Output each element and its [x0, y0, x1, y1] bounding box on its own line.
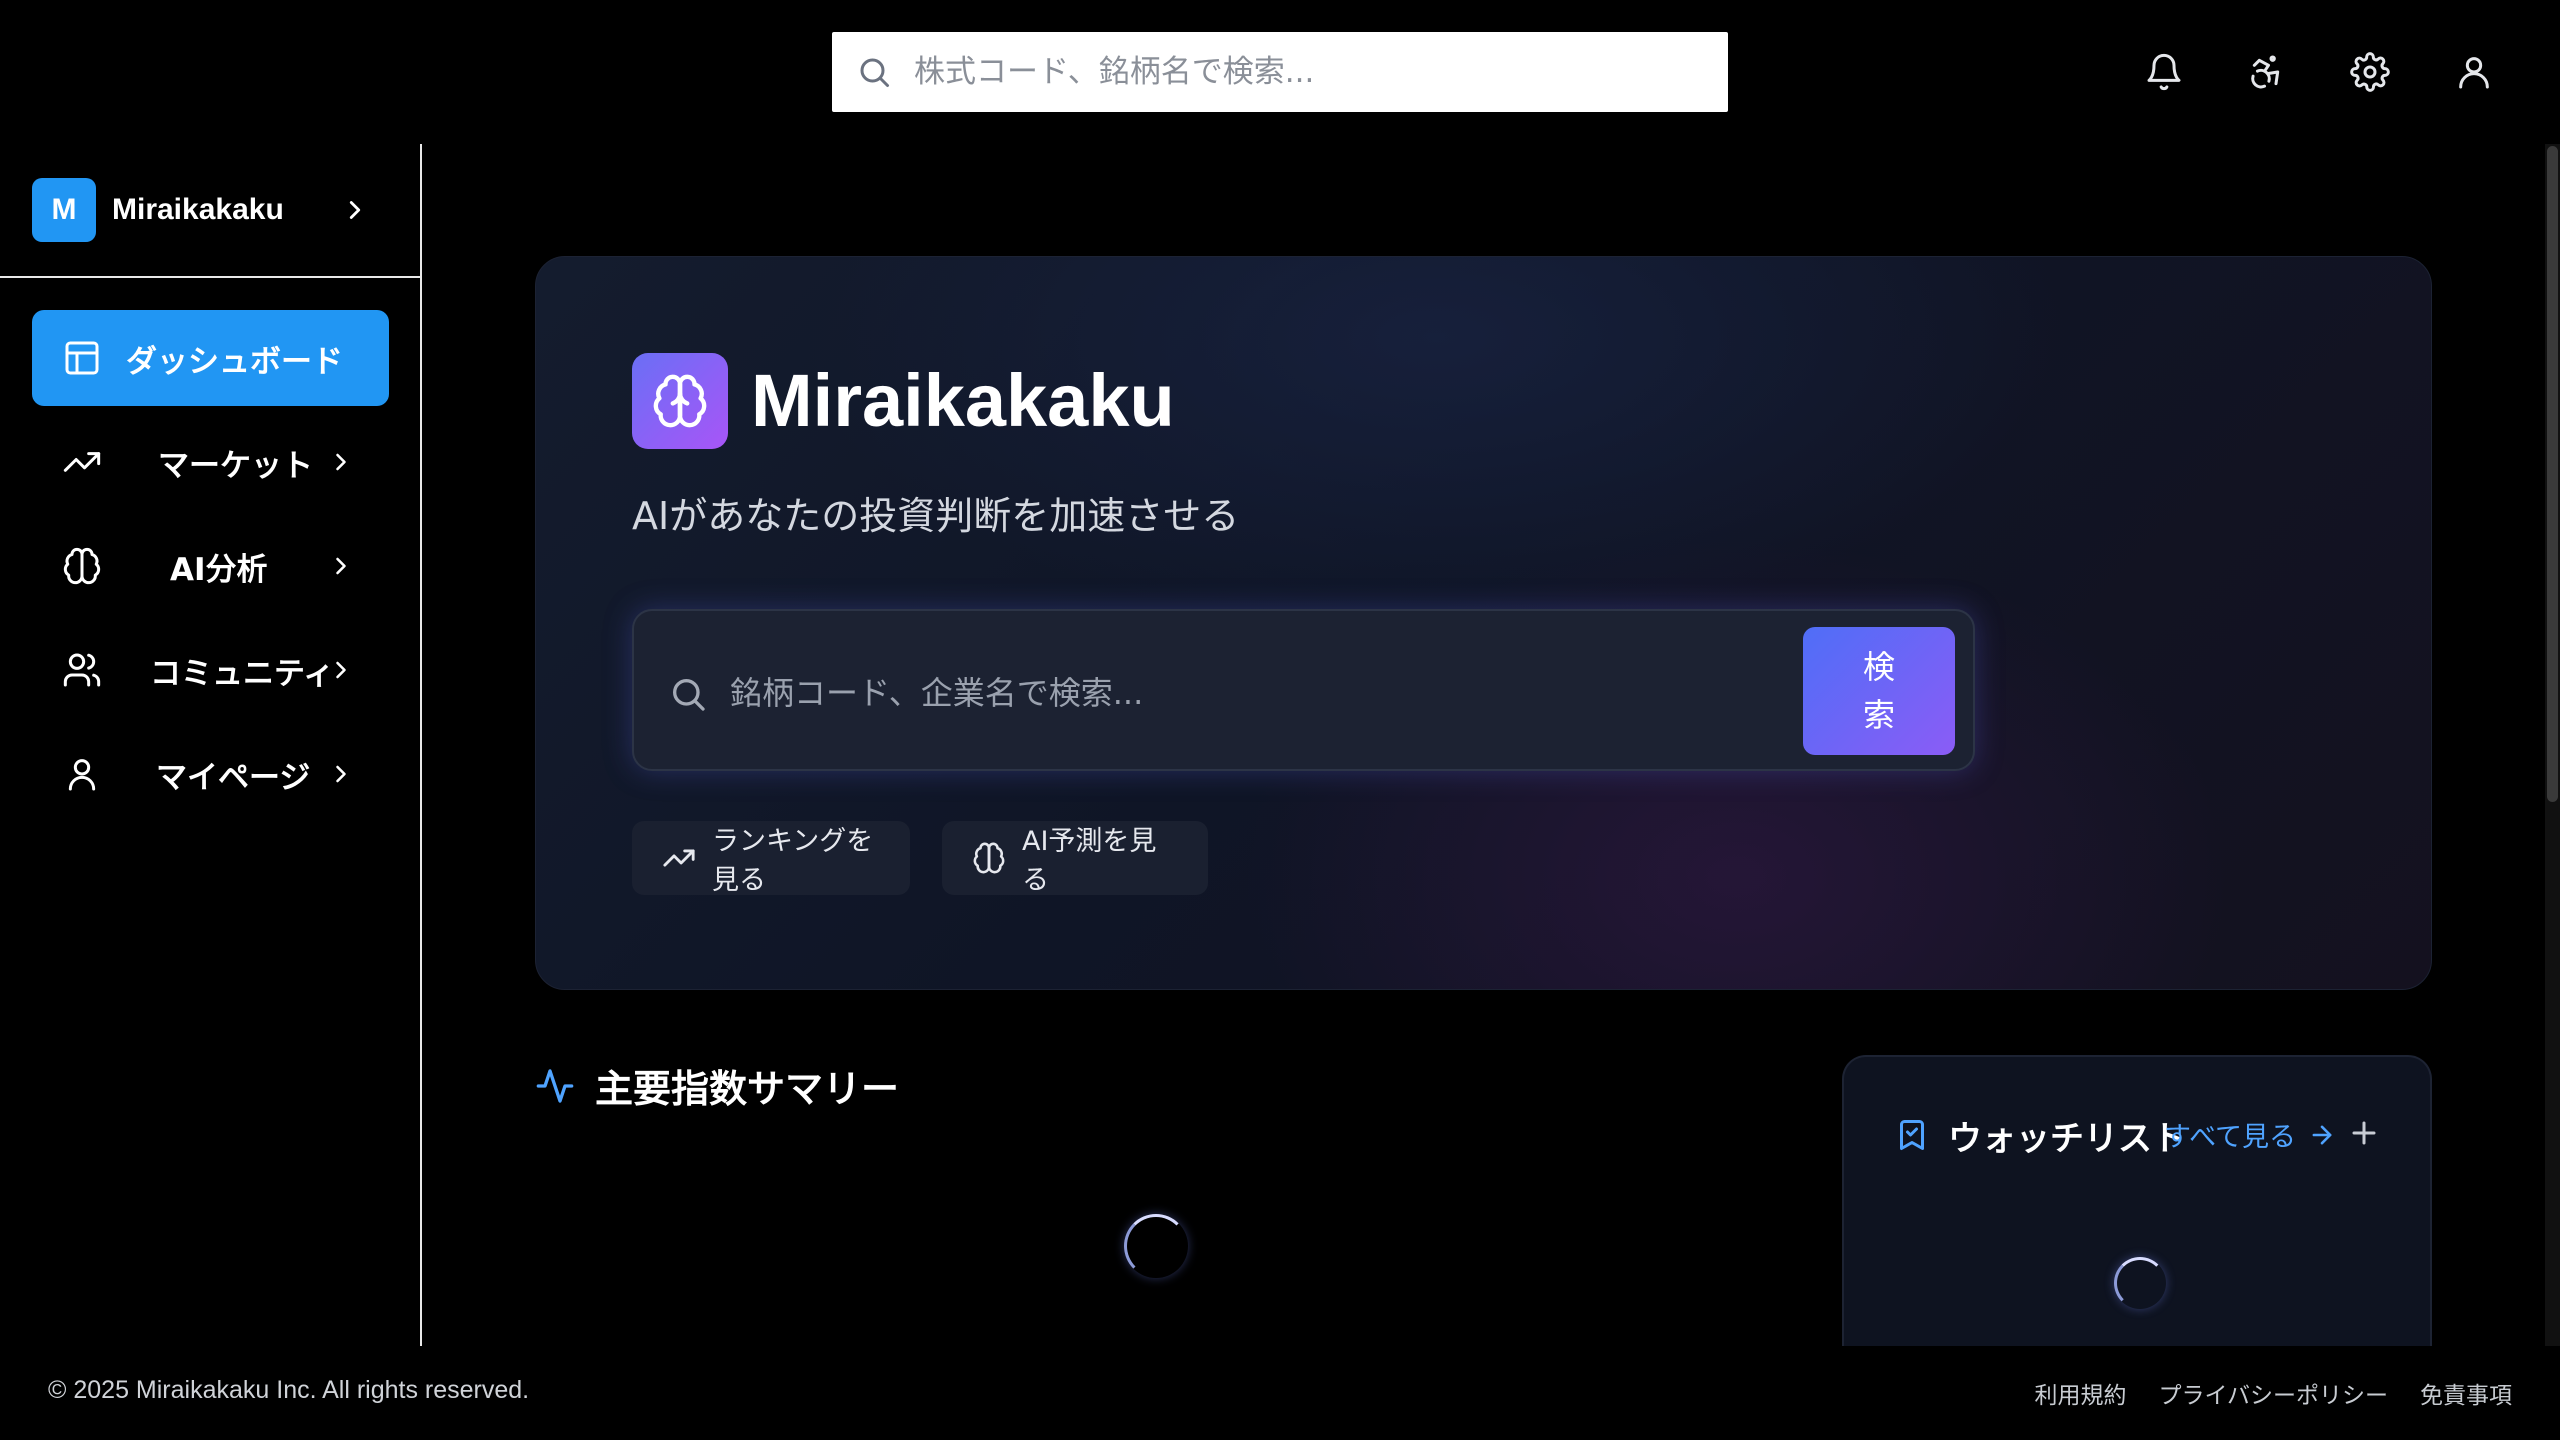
privacy-policy-link[interactable]: プライバシーポリシー — [2158, 1376, 2388, 1410]
arrow-right-icon — [2312, 1125, 2332, 1144]
chevron-right-icon — [327, 760, 355, 788]
summary-section-header: 主要指数サマリー — [535, 1058, 899, 1113]
watchlist-view-all-link[interactable]: すべて見る — [2164, 1115, 2336, 1154]
users-icon — [62, 650, 102, 690]
sidebar-item-ai-analysis[interactable]: AI分析 — [32, 518, 389, 614]
trending-up-icon — [662, 841, 696, 875]
terms-link[interactable]: 利用規約 — [2034, 1376, 2126, 1410]
hero-search-input[interactable] — [730, 663, 1730, 723]
sidebar-item-label: マーケット — [158, 448, 313, 484]
global-search-box[interactable] — [832, 32, 1728, 112]
watchlist-title: ウォッチリスト — [1948, 1119, 2186, 1159]
settings-icon[interactable] — [2340, 42, 2400, 102]
hero-search-box: 検索 — [632, 609, 1975, 771]
scrollbar-thumb[interactable] — [2547, 146, 2558, 802]
loading-spinner — [1124, 1214, 1188, 1278]
brand-avatar: M — [32, 178, 96, 242]
sidebar-item-market[interactable]: マーケット — [32, 414, 389, 510]
sidebar-item-community[interactable]: コミュニティ — [32, 622, 389, 718]
search-icon — [856, 54, 892, 90]
global-search-input[interactable] — [914, 42, 1694, 102]
ai-forecast-button[interactable]: AI予測を見る — [942, 821, 1208, 896]
search-button[interactable]: 検索 — [1803, 627, 1955, 755]
user-icon — [62, 754, 102, 794]
search-icon — [668, 674, 708, 714]
sidebar-item-dashboard[interactable]: ダッシュボード — [32, 310, 389, 406]
accessibility-icon[interactable] — [2236, 42, 2296, 102]
sidebar-item-label: ダッシュボード — [126, 344, 343, 380]
ai-forecast-button-label: AI予測を見る — [1022, 826, 1157, 896]
chevron-right-icon — [327, 656, 355, 684]
footer: © 2025 Miraikakaku Inc. All rights reser… — [0, 1346, 2560, 1440]
brain-icon — [632, 353, 728, 449]
hero-card: Miraikakaku AIがあなたの投資判断を加速させる 検索 ランキングを見… — [535, 256, 2432, 990]
brain-icon — [972, 841, 1006, 875]
trending-up-icon — [62, 442, 102, 482]
copyright-text: © 2025 Miraikakaku Inc. All rights reser… — [48, 1376, 530, 1404]
hero-title: Miraikakaku — [751, 359, 1175, 442]
footer-links: 利用規約 プライバシーポリシー 免責事項 — [2034, 1376, 2512, 1410]
summary-title: 主要指数サマリー — [595, 1067, 900, 1111]
sidebar-brand[interactable]: M Miraikakaku — [0, 144, 420, 278]
sidebar-item-label: コミュニティ — [150, 656, 335, 692]
view-all-label: すべて見る — [2164, 1122, 2297, 1153]
top-bar — [0, 0, 2560, 144]
plus-icon[interactable] — [2344, 1113, 2384, 1153]
sidebar-item-mypage[interactable]: マイページ — [32, 726, 389, 822]
disclaimer-link[interactable]: 免責事項 — [2420, 1376, 2512, 1410]
loading-spinner — [2114, 1257, 2166, 1309]
sidebar-item-label: マイページ — [156, 760, 311, 796]
hero-subtitle: AIがあなたの投資判断を加速させる — [632, 494, 1240, 538]
ranking-button-label: ランキングを見る — [712, 826, 874, 896]
chevron-right-icon — [340, 195, 370, 225]
brain-icon — [62, 546, 102, 586]
bell-icon[interactable] — [2134, 42, 2194, 102]
watchlist-card: ウォッチリスト すべて見る — [1842, 1055, 2432, 1355]
brand-name: Miraikakaku — [112, 193, 284, 226]
chevron-right-icon — [327, 552, 355, 580]
sidebar: M Miraikakaku ダッシュボード マーケット AI分析 コミュニティ … — [0, 144, 422, 1346]
sidebar-item-label: AI分析 — [170, 552, 268, 588]
bookmark-check-icon — [1894, 1117, 1930, 1153]
ranking-button[interactable]: ランキングを見る — [632, 821, 910, 896]
layout-icon — [62, 338, 102, 378]
activity-icon — [535, 1066, 575, 1106]
user-icon[interactable] — [2444, 42, 2504, 102]
chevron-right-icon — [327, 448, 355, 476]
